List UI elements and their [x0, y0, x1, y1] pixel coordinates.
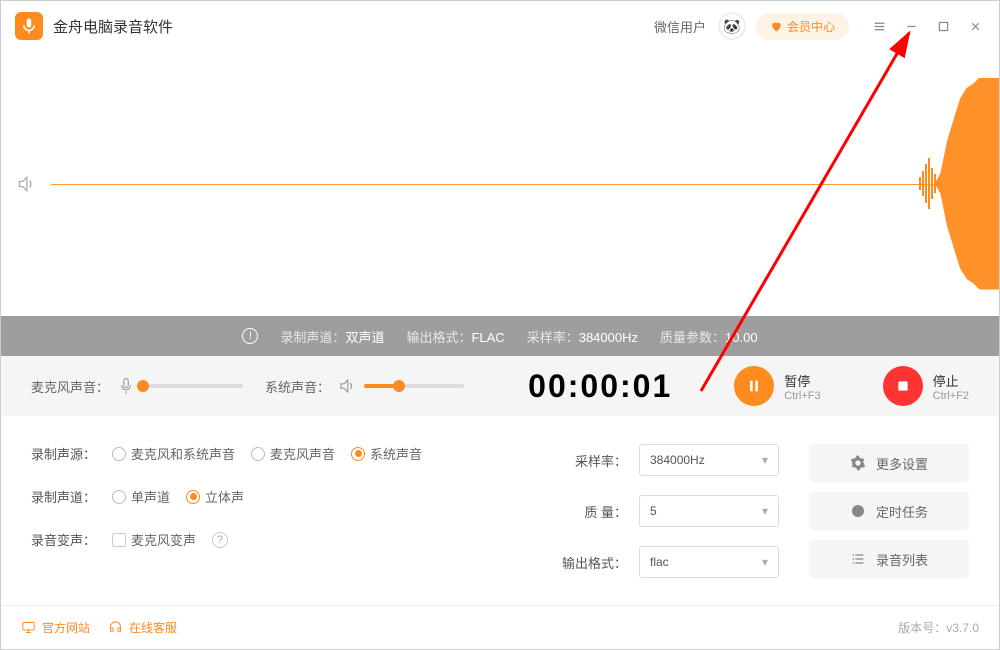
close-button[interactable]: [959, 10, 991, 42]
quality-row: 质 量： 5▾: [485, 495, 779, 527]
more-settings-label: 更多设置: [876, 454, 928, 473]
list-icon: [850, 551, 866, 567]
quality-label: 质 量：: [557, 502, 627, 521]
voicechange-row: 录音变声： 麦克风变声 ?: [31, 530, 455, 549]
chevron-down-icon: ▾: [762, 504, 768, 518]
recording-list-button[interactable]: 录音列表: [809, 540, 969, 578]
monitor-icon: [21, 620, 36, 635]
minimize-button[interactable]: [895, 10, 927, 42]
right-settings: 更多设置 定时任务 录音列表: [809, 444, 969, 595]
schedule-button[interactable]: 定时任务: [809, 492, 969, 530]
member-center-label: 会员中心: [787, 18, 835, 35]
stop-button[interactable]: 停止Ctrl+F2: [883, 366, 969, 406]
rate-label: 采样率：: [557, 451, 627, 470]
stop-icon: [883, 366, 923, 406]
more-settings-button[interactable]: 更多设置: [809, 444, 969, 482]
member-center-button[interactable]: 会员中心: [756, 13, 849, 40]
speaker-volume-icon: [338, 377, 356, 395]
menu-icon[interactable]: [863, 10, 895, 42]
gear-icon: [850, 455, 866, 471]
version-label: 版本号：v3.7.0: [898, 619, 979, 636]
info-icon: !: [242, 328, 258, 344]
window-controls: [863, 10, 991, 42]
user-avatar-icon[interactable]: 🐼: [718, 12, 746, 40]
stop-shortcut: Ctrl+F2: [933, 390, 969, 402]
pause-shortcut: Ctrl+F3: [784, 390, 820, 402]
left-settings: 录制声源： 麦克风和系统声音 麦克风声音 系统声音 录制声道： 单声道 立体声 …: [31, 444, 455, 595]
voicechange-label: 录音变声：: [31, 530, 96, 549]
info-channel: 录制声道：双声道: [280, 327, 384, 346]
system-slider[interactable]: [364, 384, 464, 388]
format-label: 输出格式：: [557, 553, 627, 572]
waveform-panel: [1, 51, 999, 316]
radio-source-mic[interactable]: 麦克风声音: [251, 444, 335, 463]
official-website-link[interactable]: 官方网站: [21, 619, 90, 636]
format-row: 输出格式： flac▾: [485, 546, 779, 578]
waveform-midline: [51, 184, 999, 185]
mic-label: 麦克风声音：: [31, 377, 109, 396]
radio-channel-stereo[interactable]: 立体声: [186, 487, 244, 506]
radio-source-mic-and-system[interactable]: 麦克风和系统声音: [112, 444, 235, 463]
recording-list-label: 录音列表: [876, 550, 928, 569]
mic-icon: [117, 377, 135, 395]
system-volume-group: 系统声音：: [265, 377, 464, 396]
channel-label: 录制声道：: [31, 487, 96, 506]
clock-icon: [850, 503, 866, 519]
channel-row: 录制声道： 单声道 立体声: [31, 487, 455, 506]
user-type-label: 微信用户: [654, 17, 706, 36]
waveform-shape: [934, 78, 999, 290]
help-icon[interactable]: ?: [212, 532, 228, 548]
voicechange-checkbox[interactable]: 麦克风变声: [112, 530, 196, 549]
info-format: 输出格式：FLAC: [406, 327, 504, 346]
radio-source-system[interactable]: 系统声音: [351, 444, 422, 463]
online-service-link[interactable]: 在线客服: [108, 619, 177, 636]
mic-slider[interactable]: [143, 384, 243, 388]
maximize-button[interactable]: [927, 10, 959, 42]
headset-icon: [108, 620, 123, 635]
app-logo-icon: [15, 12, 43, 40]
system-volume-label: 系统声音：: [265, 377, 330, 396]
quality-select[interactable]: 5▾: [639, 495, 779, 527]
rate-row: 采样率： 384000Hz▾: [485, 444, 779, 476]
mic-volume-group: 麦克风声音：: [31, 377, 243, 396]
info-bar: ! 录制声道：双声道 输出格式：FLAC 采样率：384000Hz 质量参数：1…: [1, 316, 999, 356]
chevron-down-icon: ▾: [762, 453, 768, 467]
waveform-area: [51, 51, 999, 316]
schedule-label: 定时任务: [876, 502, 928, 521]
pause-button[interactable]: 暂停Ctrl+F3: [734, 366, 820, 406]
speaker-icon: [1, 174, 51, 194]
footer: 官方网站 在线客服 版本号：v3.7.0: [1, 605, 999, 649]
timer-display: 00:00:01: [528, 368, 672, 405]
control-bar: 麦克风声音： 系统声音： 00:00:01 暂停Ctrl+F3 停止Ctrl+F…: [1, 356, 999, 416]
source-label: 录制声源：: [31, 444, 96, 463]
titlebar: 金舟电脑录音软件 微信用户 🐼 会员中心: [1, 1, 999, 51]
pause-icon: [734, 366, 774, 406]
stop-label: 停止: [933, 371, 969, 390]
settings-panel: 录制声源： 麦克风和系统声音 麦克风声音 系统声音 录制声道： 单声道 立体声 …: [1, 416, 999, 605]
rate-select[interactable]: 384000Hz▾: [639, 444, 779, 476]
app-title: 金舟电脑录音软件: [53, 16, 654, 37]
info-quality: 质量参数：10.00: [660, 327, 758, 346]
info-rate: 采样率：384000Hz: [527, 327, 638, 346]
pause-label: 暂停: [784, 371, 820, 390]
source-row: 录制声源： 麦克风和系统声音 麦克风声音 系统声音: [31, 444, 455, 463]
mid-settings: 采样率： 384000Hz▾ 质 量： 5▾ 输出格式： flac▾: [485, 444, 779, 595]
app-window: 金舟电脑录音软件 微信用户 🐼 会员中心: [0, 0, 1000, 650]
chevron-down-icon: ▾: [762, 555, 768, 569]
radio-channel-mono[interactable]: 单声道: [112, 487, 170, 506]
format-select[interactable]: flac▾: [639, 546, 779, 578]
